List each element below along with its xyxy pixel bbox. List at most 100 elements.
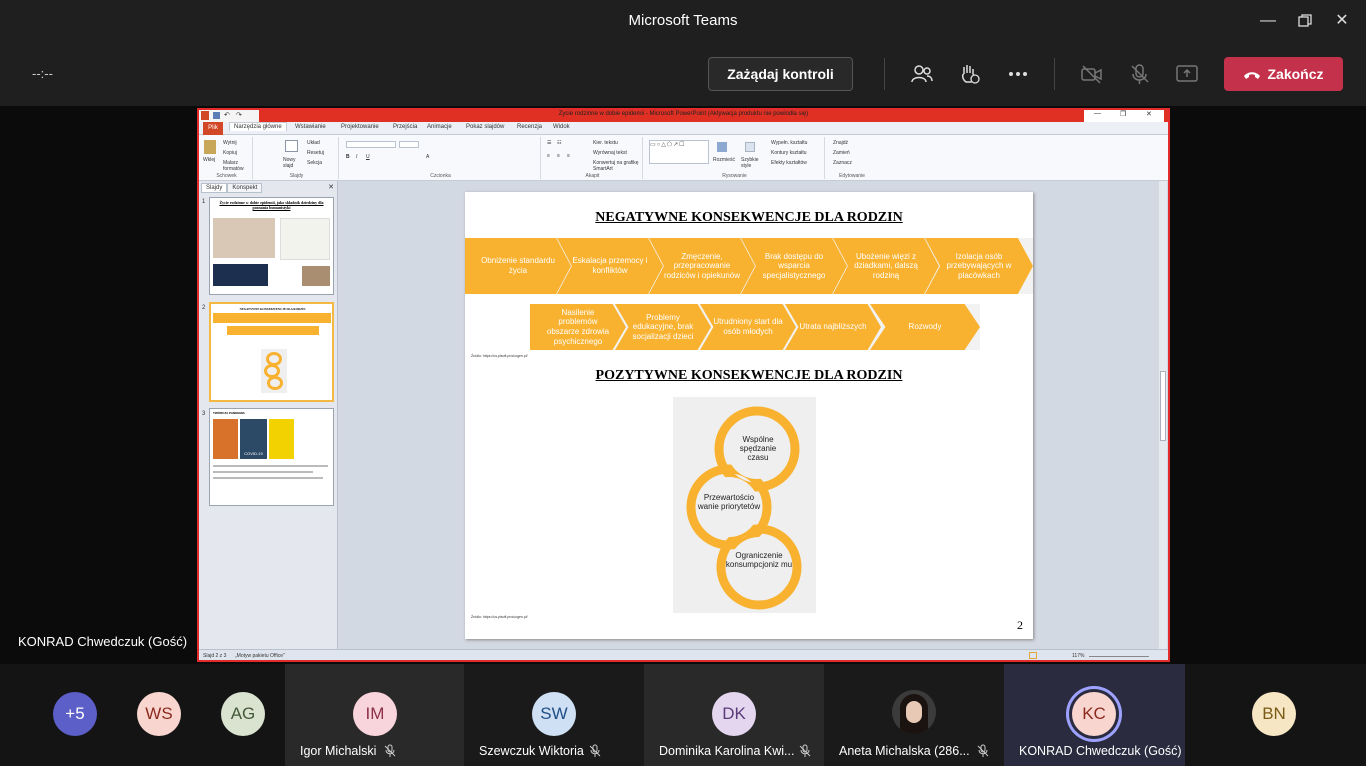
tab-outline[interactable]: Konspekt (227, 183, 263, 193)
bullets-icon[interactable]: ☰ (547, 140, 551, 146)
ppt-minimize-icon[interactable]: — (1094, 110, 1101, 117)
tab-design[interactable]: Projektowanie (341, 124, 379, 130)
close-icon[interactable]: ✕ (1329, 8, 1355, 34)
thumb-number: 2 (202, 305, 206, 311)
font-name-field[interactable] (346, 141, 396, 148)
panel-tabs: Slajdy Konspekt (201, 183, 335, 193)
participant-tile[interactable]: IM Igor Michalski (285, 664, 464, 766)
italic-icon[interactable]: I (356, 154, 357, 160)
tab-slideshow[interactable]: Pokaz slajdów (466, 124, 504, 130)
shared-screen-stage: ↶ ↷ Życie rodzinne w dobie epidemii - Mi… (0, 106, 1366, 664)
new-slide-icon[interactable] (285, 140, 298, 152)
font-color-icon[interactable]: A (426, 154, 429, 160)
ppt-ribbon: Wklej Wytnij Kopiuj Malarz formatów Scho… (199, 135, 1168, 181)
align-text-button[interactable]: Wyrównaj tekst (593, 150, 627, 156)
participant-tile-active[interactable]: KC KONRAD Chwedczuk (Gość) (1004, 664, 1185, 766)
slide-thumbnail-1[interactable]: Życie rodzinne w dobie epidemii, jako sk… (209, 197, 334, 295)
call-timer: --:-- (32, 66, 53, 81)
align-center-icon[interactable]: ≡ (557, 153, 560, 159)
more-options-icon[interactable] (1006, 62, 1030, 86)
shapes-gallery[interactable]: ▭○△⬠↗☐ (649, 140, 709, 164)
select-button[interactable]: Zaznacz (833, 160, 852, 166)
format-painter-button[interactable]: Malarz formatów (223, 160, 252, 172)
participants-icon[interactable] (910, 62, 934, 86)
avatar[interactable]: WS (137, 692, 181, 736)
minimize-icon[interactable]: — (1255, 8, 1281, 34)
thumb-number: 3 (202, 411, 206, 417)
slide-thumbnail-3[interactable]: TWÓRCZA PANDEMIA COVID-19 (209, 408, 334, 506)
tab-review[interactable]: Recenzja (517, 124, 542, 130)
mic-off-icon[interactable] (1128, 62, 1152, 86)
thumb-title: NEGATYWNE KONSEKWENCJE DLA RODZIN (239, 307, 306, 311)
paste-icon[interactable] (204, 140, 216, 154)
mic-muted-icon (589, 744, 601, 757)
thumb-text-line (213, 465, 328, 467)
camera-off-icon[interactable] (1080, 62, 1104, 86)
ppt-restore-icon[interactable]: ❐ (1120, 110, 1126, 118)
avatar[interactable]: AG (221, 692, 265, 736)
tab-insert[interactable]: Wstawianie (295, 124, 326, 130)
thumb-photo (213, 218, 275, 258)
tab-slides[interactable]: Slajdy (201, 183, 228, 193)
end-call-button[interactable]: Zakończ (1224, 57, 1343, 91)
more-participants-avatar[interactable]: +5 (53, 692, 97, 736)
vertical-scrollbar[interactable] (1159, 181, 1167, 649)
shape-effects-button[interactable]: Efekty kształtów (771, 160, 807, 166)
source-note: Źródło: https://us.plsoft.pro/ucgen.pl/ (471, 354, 528, 358)
align-right-icon[interactable]: ≡ (567, 153, 570, 159)
tab-file[interactable]: Plik (203, 122, 223, 135)
raise-hand-icon[interactable] (957, 62, 981, 86)
end-call-label: Zakończ (1267, 66, 1324, 82)
participant-tile[interactable]: SW Szewczuk Wiktoria (464, 664, 644, 766)
copy-button[interactable]: Kopiuj (223, 150, 237, 156)
ppt-close-icon[interactable]: ✕ (1146, 110, 1152, 118)
quick-styles-icon[interactable] (745, 142, 755, 152)
tab-view[interactable]: Widok (553, 124, 570, 130)
replace-button[interactable]: Zamień (833, 150, 850, 156)
quick-styles-label: Szybkie style (741, 157, 759, 169)
layout-button[interactable]: Układ (307, 140, 320, 146)
cut-button[interactable]: Wytnij (223, 140, 237, 146)
scroll-thumb[interactable] (1160, 371, 1166, 441)
page-number: 2 (1017, 618, 1023, 632)
ppt-status-bar: Slajd 2 z 3 „Motyw pakietu Office" 117% (199, 649, 1168, 660)
text-direction-button[interactable]: Kier. tekstu (593, 140, 618, 146)
zoom-slider[interactable] (1089, 656, 1149, 657)
reset-button[interactable]: Resetuj (307, 150, 324, 156)
ribbon-group-slides: Nowy slajd Układ Resetuj Sekcja Slajdy (255, 137, 339, 179)
participant-tile[interactable]: Aneta Michalska (286... (824, 664, 1004, 766)
find-button[interactable]: Znajdź (833, 140, 848, 146)
smartart-button[interactable]: Konwertuj na grafikę SmartArt (593, 160, 642, 172)
underline-icon[interactable]: U (366, 154, 370, 160)
shared-screen: ↶ ↷ Życie rodzinne w dobie epidemii - Mi… (197, 108, 1170, 662)
shape-outline-button[interactable]: Kontury kształtu (771, 150, 807, 156)
align-left-icon[interactable]: ≡ (547, 153, 550, 159)
slide-thumbnails-panel: Slajdy Konspekt ✕ 1 Życie rodzinne w dobi… (199, 181, 338, 649)
font-size-field[interactable] (399, 141, 419, 148)
panel-close-icon[interactable]: ✕ (328, 183, 334, 191)
request-control-button[interactable]: Zażądaj kontroli (708, 57, 853, 91)
bold-icon[interactable]: B (346, 154, 350, 160)
share-screen-icon[interactable] (1175, 62, 1199, 86)
mic-muted-icon (384, 744, 396, 757)
numbering-icon[interactable]: ☷ (557, 140, 561, 146)
normal-view-icon[interactable] (1029, 652, 1037, 659)
thumb-title: TWÓRCZA PANDEMIA (213, 411, 245, 415)
slide-thumbnail-2[interactable]: NEGATYWNE KONSEKWENCJE DLA RODZIN (209, 302, 334, 402)
avatar[interactable]: BN (1252, 692, 1296, 736)
arrange-icon[interactable] (717, 142, 727, 152)
section-button[interactable]: Sekcja (307, 160, 322, 166)
group-label-editing: Edytowanie (839, 173, 865, 179)
shape-fill-button[interactable]: Wypełn. kształtu (771, 140, 807, 146)
participant-tile[interactable]: DK Dominika Karolina Kwi... (644, 664, 824, 766)
restore-icon[interactable] (1292, 8, 1318, 34)
tab-transitions[interactable]: Przejścia (393, 124, 417, 130)
cycle-step-1: Wspólne spędzanie czasu (739, 435, 777, 463)
participant-name: Aneta Michalska (286... (839, 744, 970, 758)
participant-name: Szewczuk Wiktoria (479, 744, 584, 758)
slide-counter: Slajd 2 z 3 (203, 653, 227, 659)
tab-animations[interactable]: Animacje (427, 124, 452, 130)
thumb-book-label: COVID-19 (244, 451, 263, 456)
tab-home[interactable]: Narzędzia główne (229, 122, 287, 131)
theme-name: „Motyw pakietu Office" (235, 653, 285, 659)
